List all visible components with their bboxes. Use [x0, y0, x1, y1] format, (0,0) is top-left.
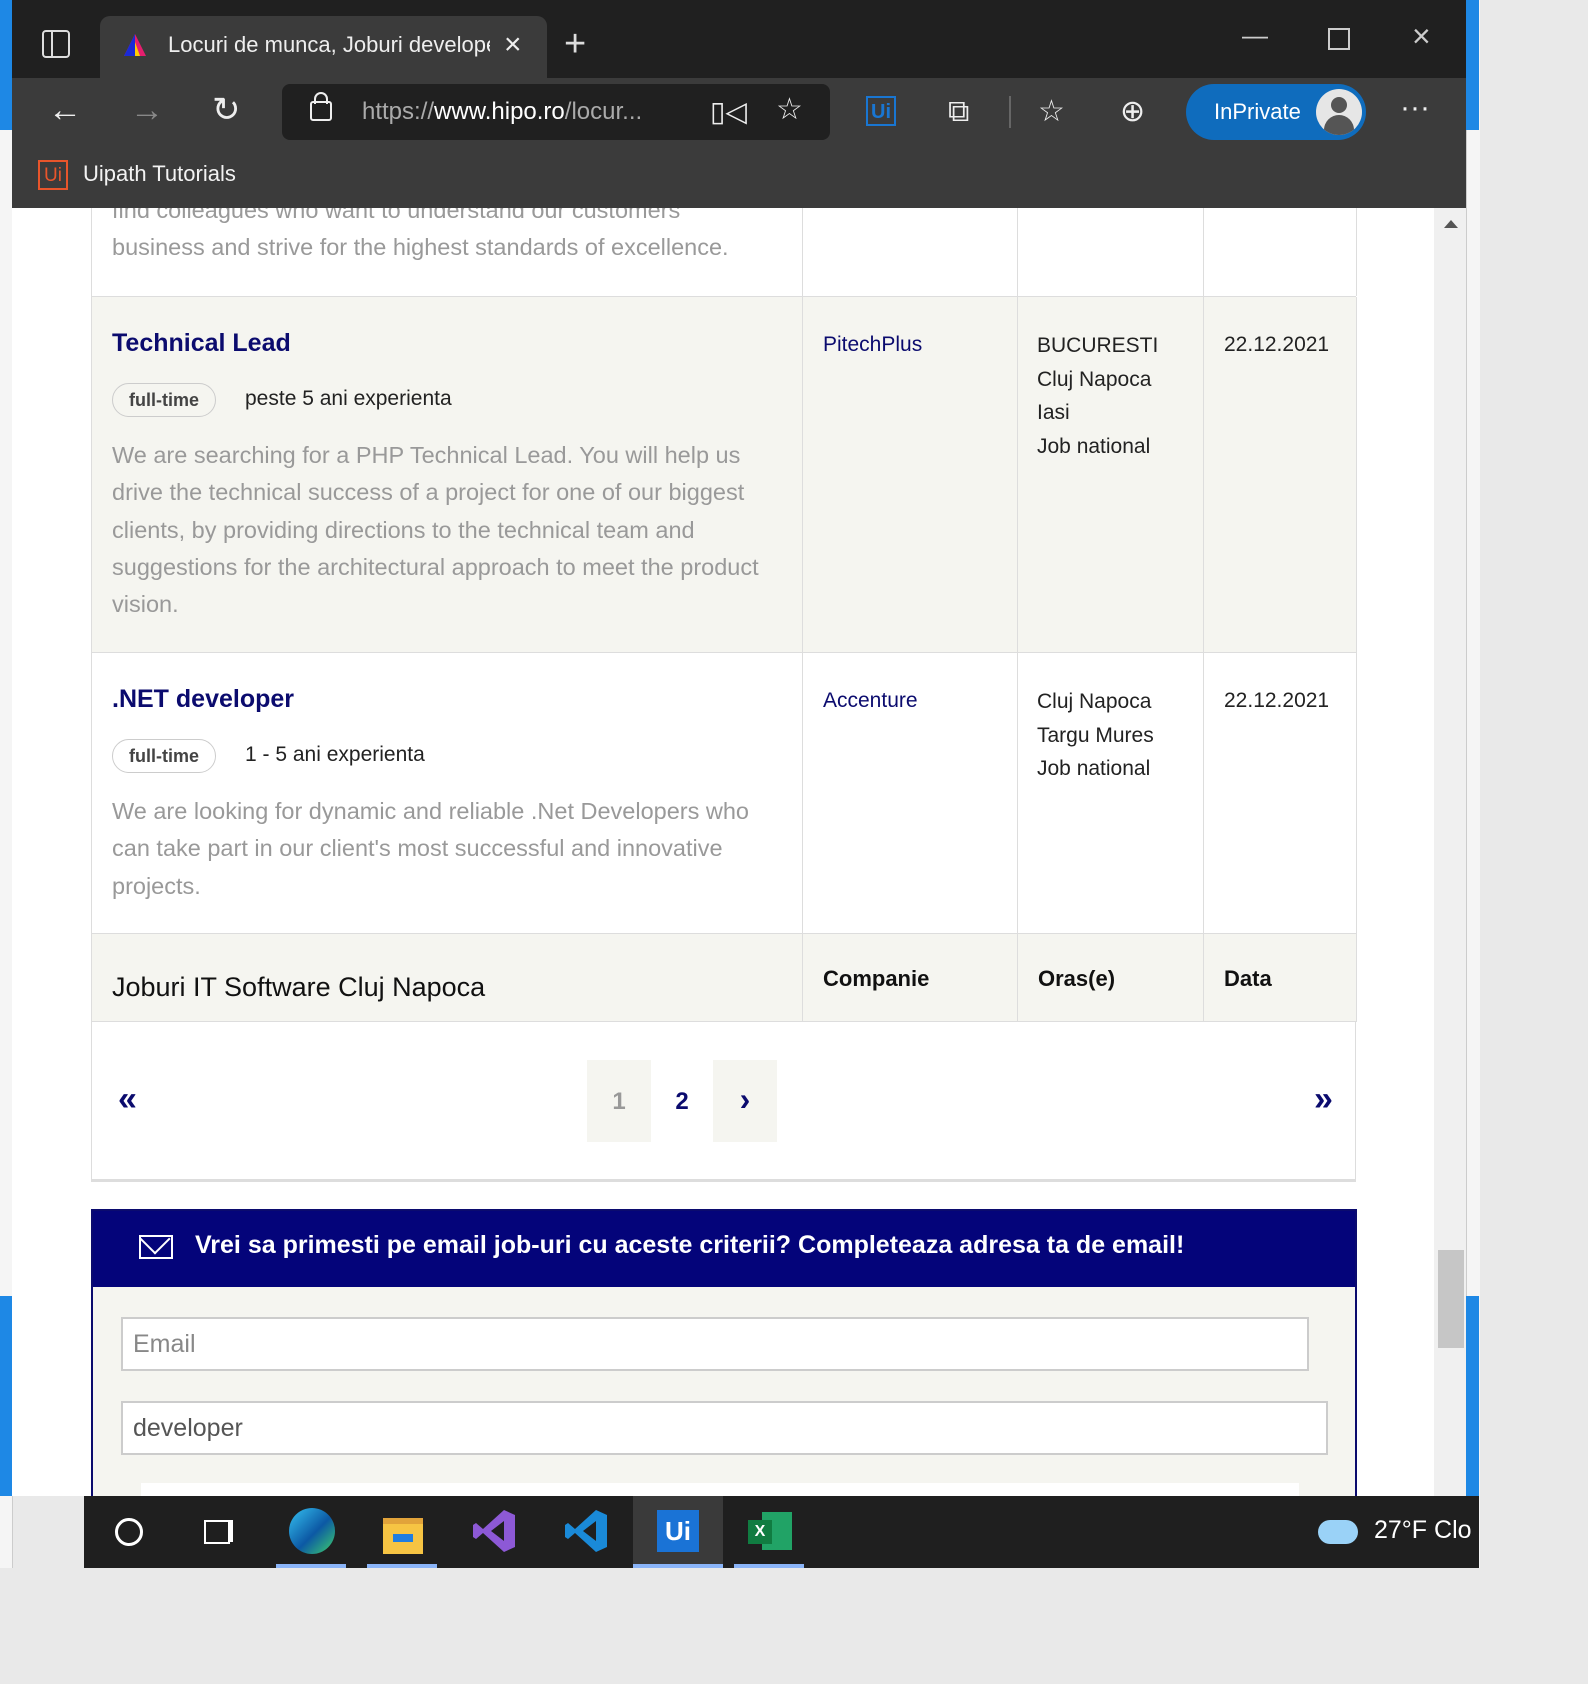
table-caption: Joburi IT Software Cluj Napoca: [112, 972, 486, 1002]
lock-icon[interactable]: [310, 92, 332, 121]
cloud-icon: [1318, 1520, 1358, 1544]
experience-text: peste 5 ani experienta: [245, 387, 452, 410]
scroll-up-arrow-icon[interactable]: [1444, 220, 1458, 228]
job-date: 22.12.2021: [1224, 689, 1330, 712]
favorite-uipath-tutorials[interactable]: Uipath Tutorials: [83, 161, 236, 187]
company-link[interactable]: Accenture: [823, 689, 918, 713]
inprivate-profile-button[interactable]: InPrivate: [1186, 84, 1366, 140]
city: Cluj Napoca: [1037, 690, 1152, 713]
taskbar: Ui X 27°F Clo: [84, 1496, 1479, 1568]
cortana-icon[interactable]: [93, 1496, 163, 1568]
task-view-icon[interactable]: [184, 1496, 254, 1568]
visual-studio-icon[interactable]: [459, 1496, 529, 1568]
extensions-icon[interactable]: ⧉: [948, 92, 969, 132]
email-alert-heading: Vrei sa primesti pe email job-uri cu ace…: [195, 1231, 1185, 1259]
vertical-scrollbar[interactable]: [1434, 208, 1466, 1496]
column-header-company: Companie: [823, 966, 930, 991]
immersive-reader-icon[interactable]: ▯◁: [710, 92, 747, 132]
file-explorer-icon[interactable]: [367, 1496, 437, 1568]
desktop-edge: [0, 0, 12, 130]
job-cities: BUCURESTI Cluj Napoca Iasi Job national: [1037, 329, 1158, 464]
favorites-icon[interactable]: ☆: [1038, 92, 1065, 132]
collections-icon[interactable]: ⊕: [1120, 92, 1145, 132]
column-header-cities: Oras(e): [1038, 966, 1116, 991]
browser-window: Locuri de munca, Joburi developer × + — …: [12, 0, 1466, 1496]
minimize-icon[interactable]: —: [1242, 20, 1268, 51]
refresh-icon[interactable]: ↻: [212, 90, 241, 130]
toolbar-divider: [1009, 96, 1011, 128]
add-favorite-icon[interactable]: ☆: [776, 90, 803, 130]
column-header-date: Data: [1224, 966, 1272, 991]
email-alert-box: Vrei sa primesti pe email job-uri cu ace…: [91, 1209, 1357, 1496]
uipath-extension-icon[interactable]: Ui: [866, 96, 896, 126]
page-2-button[interactable]: 2: [650, 1060, 714, 1142]
page-1-button[interactable]: 1: [587, 1060, 651, 1142]
uipath-favorite-icon: Ui: [38, 160, 68, 190]
job-description: We are looking for dynamic and reliable …: [112, 798, 750, 899]
new-tab-icon[interactable]: +: [564, 24, 586, 64]
pagination: « 1 2 › »: [91, 1021, 1356, 1182]
job-cities: Cluj Napoca Targu Mures Job national: [1037, 685, 1154, 786]
city: Job national: [1037, 435, 1151, 459]
vscode-icon[interactable]: [551, 1496, 621, 1568]
first-page-button[interactable]: «: [118, 1080, 137, 1119]
email-alert-header: Vrei sa primesti pe email job-uri cu ace…: [93, 1211, 1355, 1287]
tab-title: Locuri de munca, Joburi developer: [168, 32, 490, 57]
city: Iasi: [1037, 401, 1070, 425]
inprivate-label: InPrivate: [1214, 99, 1301, 124]
desktop-edge-bottom-right: [1466, 1296, 1479, 1496]
desktop-edge-bottom: [0, 1296, 12, 1496]
excel-icon[interactable]: X: [734, 1496, 804, 1568]
page-content: find colleagues who want to understand o…: [12, 208, 1466, 1496]
city: Cluj Napoca: [1037, 367, 1152, 391]
close-tab-icon[interactable]: ×: [504, 28, 522, 62]
url-text: https://www.hipo.ro/locur...: [362, 98, 643, 125]
table-row: Technical Lead full-time peste 5 ani exp…: [91, 296, 1357, 653]
back-icon[interactable]: ←: [48, 90, 82, 130]
envelope-icon: [139, 1235, 173, 1259]
desktop-edge-right: [1466, 0, 1479, 130]
maximize-icon[interactable]: [1328, 28, 1350, 50]
job-description: We are searching for a PHP Technical Lea…: [112, 442, 759, 618]
hipo-favicon-icon: [124, 34, 146, 56]
more-menu-icon[interactable]: ···: [1400, 88, 1430, 128]
next-page-button[interactable]: ›: [713, 1060, 777, 1142]
experience-text: 1 - 5 ani experienta: [245, 743, 425, 766]
next-field[interactable]: [141, 1483, 1299, 1496]
table-row: .NET developer full-time 1 - 5 ani exper…: [91, 652, 1357, 934]
navigation-toolbar: ← → ↻ https://www.hipo.ro/locur... ▯◁ ☆ …: [12, 78, 1466, 146]
last-page-button[interactable]: »: [1314, 1080, 1333, 1119]
forward-icon[interactable]: →: [130, 90, 164, 130]
edge-app-icon[interactable]: [276, 1496, 346, 1568]
job-title-link[interactable]: .NET developer: [112, 685, 294, 714]
job-type-badge: full-time: [112, 739, 216, 773]
tab-bar: Locuri de munca, Joburi developer × + — …: [12, 0, 1466, 78]
active-tab[interactable]: Locuri de munca, Joburi developer ×: [100, 16, 547, 78]
avatar: [1316, 89, 1362, 135]
address-bar[interactable]: https://www.hipo.ro/locur... ▯◁ ☆: [282, 84, 830, 140]
close-window-icon[interactable]: ×: [1412, 18, 1431, 55]
job-type-badge: full-time: [112, 383, 216, 417]
favorites-bar: Ui Uipath Tutorials: [12, 146, 1466, 209]
city: BUCURESTI: [1037, 334, 1159, 357]
email-input[interactable]: Email: [121, 1317, 1309, 1371]
keyword-input[interactable]: developer: [121, 1401, 1328, 1455]
city: Targu Mures: [1037, 723, 1154, 747]
table-footer-header: Joburi IT Software Cluj Napoca Companie …: [91, 933, 1357, 1023]
table-row: find colleagues who want to understand o…: [91, 208, 1357, 296]
job-date: 22.12.2021: [1224, 333, 1330, 356]
city: Job national: [1037, 757, 1151, 781]
weather-text[interactable]: 27°F Clo: [1374, 1516, 1472, 1545]
company-link[interactable]: PitechPlus: [823, 333, 922, 357]
job-title-link[interactable]: Technical Lead: [112, 329, 291, 358]
uipath-studio-icon[interactable]: Ui: [633, 1496, 723, 1568]
job-description: find colleagues who want to understand o…: [112, 208, 729, 261]
vertical-tabs-icon[interactable]: [42, 30, 70, 58]
scrollbar-thumb[interactable]: [1438, 1250, 1464, 1348]
